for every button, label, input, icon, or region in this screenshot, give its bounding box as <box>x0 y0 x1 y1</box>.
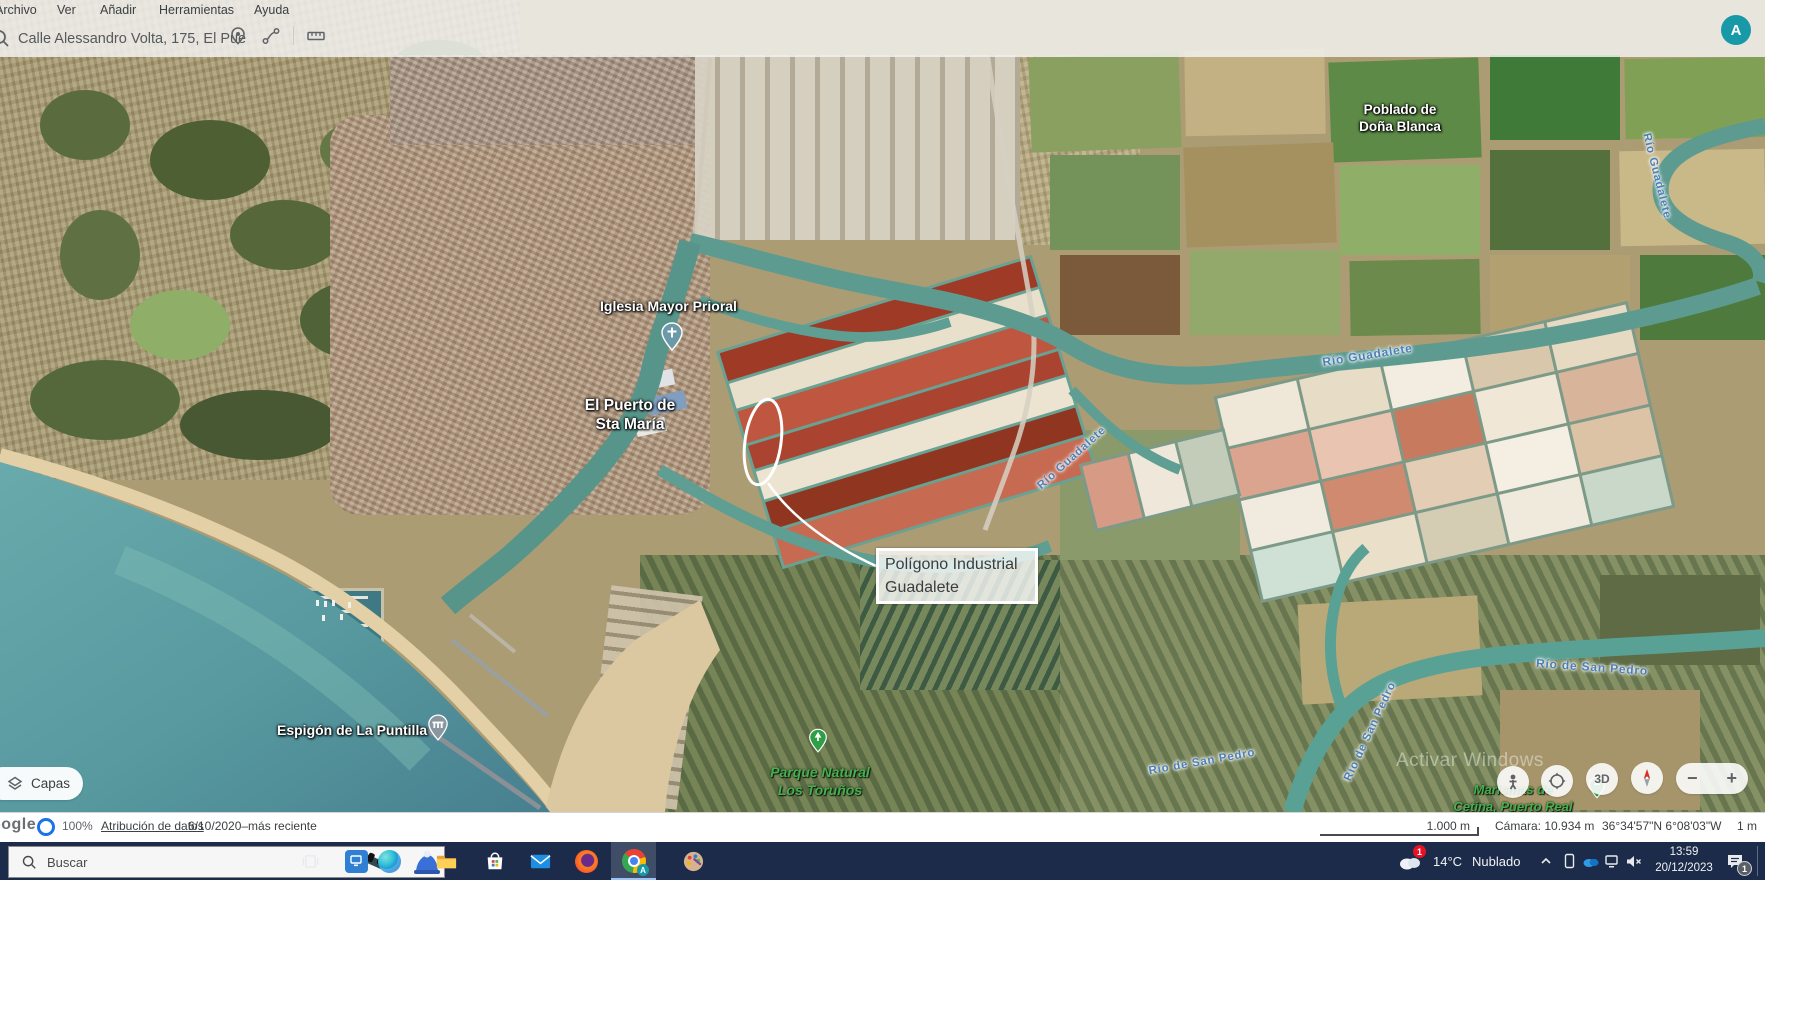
layers-label: Capas <box>31 776 70 791</box>
place-label-line: Doña Blanca <box>1330 119 1470 136</box>
earth-status-bar: Google 100% Atribución de datos 6/10/202… <box>0 812 1765 843</box>
file-explorer-icon[interactable] <box>432 847 460 875</box>
placemark-title-line: Polígono Industrial <box>885 553 1029 576</box>
3d-label: 3D <box>1594 772 1609 786</box>
menu-ayuda[interactable]: Ayuda <box>250 1 293 19</box>
clock-date: 20/12/2023 <box>1652 861 1716 877</box>
paint-app-icon[interactable] <box>679 847 707 875</box>
menu-anadir[interactable]: Añadir <box>96 1 140 19</box>
firefox-shield-app-icon[interactable] <box>572 847 600 875</box>
windows-taskbar: Buscar <box>0 842 1765 880</box>
pier-pin-icon[interactable] <box>427 714 449 747</box>
weather-condition[interactable]: Nublado <box>1472 854 1520 869</box>
account-avatar[interactable]: A <box>1721 15 1751 45</box>
zoom-in-button[interactable]: + <box>1726 768 1737 789</box>
clock-time: 13:59 <box>1652 845 1716 861</box>
compass-button[interactable] <box>1631 762 1663 794</box>
park-pin-icon[interactable] <box>808 728 828 759</box>
microsoft-store-icon[interactable] <box>481 847 509 875</box>
desktop-screen: Río Guadalete Río Guadalete Río Guadalet… <box>0 0 1765 880</box>
place-label-line: Cetina, Puerto Real <box>1438 799 1588 812</box>
menu-herramientas[interactable]: Herramientas <box>155 1 238 19</box>
map-water-layer <box>0 0 1765 812</box>
navigation-button[interactable] <box>1541 765 1573 797</box>
3d-button[interactable]: 3D <box>1586 763 1618 795</box>
compass-needle-icon <box>1636 767 1658 789</box>
pegman-icon <box>1504 773 1522 791</box>
task-view-icon[interactable] <box>296 847 324 875</box>
place-label-line: Poblado de <box>1330 102 1470 119</box>
cursor-elevation: 1 m <box>1737 819 1757 833</box>
taskbar-search-icon <box>21 854 37 870</box>
earth-top-bar: Archivo Ver Añadir Herramientas Ayuda Ca… <box>0 0 1765 57</box>
scale-bar-tick <box>1477 827 1479 836</box>
edge-browser-icon[interactable] <box>375 847 403 875</box>
scale-label: 1.000 m <box>1398 819 1470 833</box>
menu-ver[interactable]: Ver <box>53 1 80 19</box>
cursor-coordinates: 36°34'57"N 6°08'03"W <box>1602 819 1721 833</box>
google-logo: Google <box>0 816 36 834</box>
menu-archivo[interactable]: Archivo <box>0 1 41 19</box>
ruler-icon[interactable] <box>306 26 326 46</box>
placemark-info-box[interactable]: Polígono Industrial Guadalete <box>876 548 1038 604</box>
camera-altitude: Cámara: 10.934 m <box>1495 819 1594 833</box>
mail-app-icon[interactable] <box>526 847 554 875</box>
show-desktop-divider[interactable] <box>1757 846 1758 876</box>
weather-temperature[interactable]: 14°C <box>1433 854 1462 869</box>
place-label-line: Sta María <box>560 415 700 434</box>
navigation-icon <box>1547 771 1567 791</box>
location-pin-icon[interactable] <box>228 26 248 46</box>
layers-icon <box>6 775 24 793</box>
weather-badge: 1 <box>1413 845 1426 858</box>
place-label-el-puerto[interactable]: El Puerto de Sta María <box>560 396 700 435</box>
layers-button[interactable]: Capas <box>0 767 83 800</box>
stream-progress-value: 100% <box>62 819 93 833</box>
taskbar-clock[interactable]: 13:59 20/12/2023 <box>1652 845 1716 876</box>
scale-bar <box>1320 834 1478 836</box>
church-pin-icon[interactable] <box>660 322 684 357</box>
satellite-map-viewport[interactable]: Río Guadalete Río Guadalete Río Guadalet… <box>0 0 1765 812</box>
place-label-espigon[interactable]: Espigón de La Puntilla <box>277 722 427 740</box>
chrome-browser-icon[interactable]: A <box>620 847 648 875</box>
remote-desktop-app-icon[interactable] <box>342 847 370 875</box>
place-label-poblado-dona-blanca[interactable]: Poblado de Doña Blanca <box>1330 102 1470 136</box>
chrome-profile-badge: A <box>637 864 649 876</box>
notification-badge: 1 <box>1737 861 1752 876</box>
search-input[interactable]: Calle Alessandro Volta, 175, El Pue <box>18 31 246 47</box>
imagery-date: 6/10/2020–más reciente <box>188 819 317 833</box>
placemark-title-line: Guadalete <box>885 576 1029 599</box>
search-divider <box>293 26 294 45</box>
place-label-line: El Puerto de <box>560 396 700 415</box>
route-icon[interactable] <box>261 26 281 46</box>
place-label-parque-natural[interactable]: Parque Natural Los Toruños <box>745 763 895 799</box>
pegman-button[interactable] <box>1497 766 1529 798</box>
search-icon-partial <box>0 28 10 48</box>
zoom-control: − + <box>1676 763 1748 794</box>
volume-muted-tray-icon[interactable] <box>1620 847 1648 875</box>
weather-cloud-icon[interactable]: 1 <box>1396 847 1424 875</box>
place-label-iglesia-mayor-prioral[interactable]: Iglesia Mayor Prioral <box>600 298 737 316</box>
place-label-line: Los Toruños <box>745 781 895 799</box>
zoom-out-button[interactable]: − <box>1687 768 1698 789</box>
place-label-line: Parque Natural <box>745 763 895 781</box>
notification-center-icon[interactable]: 1 <box>1721 847 1749 875</box>
stream-progress-ring <box>37 818 55 836</box>
taskbar-search-placeholder: Buscar <box>47 855 87 870</box>
